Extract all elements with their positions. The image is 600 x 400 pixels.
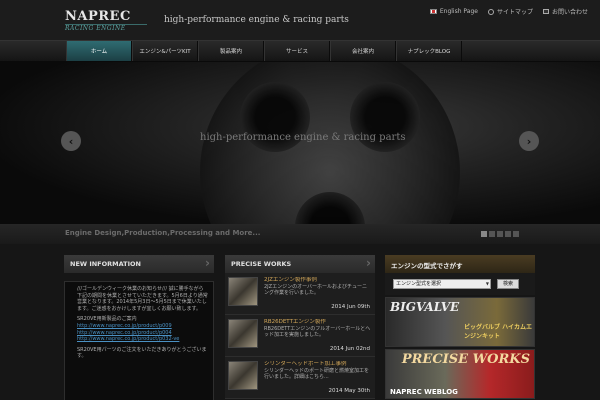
info-subheading: SR20VE用新製品のご案内: [77, 316, 137, 323]
hero-strip: Engine Design,Production,Processing and …: [0, 224, 600, 244]
info-paragraph: SR20VE用パーツのご注文をいただきありがとうございます。: [77, 346, 207, 360]
pager-dot[interactable]: [505, 231, 511, 237]
work-title[interactable]: シリンダーヘッドポート加工事例: [264, 361, 372, 367]
work-body: シリンダーヘッドのポート研磨と燃焼室加工を行いました。詳細はこちら...: [264, 368, 370, 380]
work-thumbnail[interactable]: [228, 361, 258, 390]
share-icon: [487, 8, 494, 15]
list-item[interactable]: RB26DETTエンジン製作 RB26DETTエンジンのフルオーバーホールとヘッ…: [225, 315, 375, 357]
list-item[interactable]: シリンダーヘッドポート加工事例 シリンダーヘッドのポート研磨と燃焼室加工を行いま…: [225, 357, 375, 399]
mail-icon: [542, 9, 549, 14]
sitemap-label: サイトマップ: [496, 9, 533, 16]
work-title[interactable]: 2JZエンジン製作事例: [264, 277, 372, 283]
chevron-right-icon: ›: [205, 256, 210, 270]
info-column: NEW INFORMATION › ///ゴールデンウィーク休業のお知らせ///…: [64, 255, 214, 400]
work-thumbnail[interactable]: [228, 277, 258, 306]
work-body: 2JZエンジンのオーバーホールおよびチューニング作業を行いました。: [264, 284, 368, 296]
work-date: 2014 Jun 09th: [331, 304, 370, 310]
nav-item-company[interactable]: 会社案内: [330, 41, 396, 61]
work-date: 2014 Jun 02nd: [329, 346, 370, 352]
hero-image: [200, 62, 460, 224]
works-heading-label: PRECISE WORKS: [231, 260, 292, 268]
strip-text: Engine Design,Production,Processing and …: [65, 229, 261, 237]
info-link[interactable]: http://www.naprec.co.jp/product/p009: [77, 323, 172, 329]
site-header: NAPREC RACING ENGINE high-performance en…: [0, 0, 600, 40]
logo-wordmark: NAPREC: [65, 9, 131, 24]
contact-label: お問い合わせ: [551, 9, 588, 16]
bigvalve-banner[interactable]: BIGVALVE ビッグバルブ ハイカムエンジンキット: [385, 297, 535, 347]
nav-item-products[interactable]: 製品案内: [198, 41, 264, 61]
contact-link[interactable]: お問い合わせ: [542, 7, 588, 16]
hero-caption: high-performance engine & racing parts: [200, 132, 406, 143]
logo-subtitle: RACING ENGINE: [65, 24, 147, 32]
english-page-label: English Page: [439, 8, 478, 15]
slider-pager: [481, 231, 519, 237]
main-nav: ホーム エンジン&パーツKIT 製品案内 サービス 会社案内 ナプレックBLOG: [0, 40, 600, 62]
nav-item-services[interactable]: サービス: [264, 41, 330, 61]
work-thumbnail[interactable]: [228, 319, 258, 348]
works-column: PRECISE WORKS › 2JZエンジン製作事例 2JZエンジンのオーバー…: [225, 255, 375, 400]
banner-title: BIGVALVE: [390, 300, 460, 314]
pager-dot[interactable]: [497, 231, 503, 237]
list-item[interactable]: 2JZエンジン製作事例 2JZエンジンのオーバーホールおよびチューニング作業を行…: [225, 273, 375, 315]
pager-dot[interactable]: [481, 231, 487, 237]
banner-subtitle: PRECISE WORKS: [401, 352, 530, 367]
info-heading-label: NEW INFORMATION: [70, 260, 141, 268]
works-heading: PRECISE WORKS ›: [225, 255, 375, 273]
engine-search-column: エンジンの型式でさがす エンジン型式を選択 検索 BIGVALVE ビッグバルブ…: [385, 255, 535, 400]
search-button[interactable]: 検索: [497, 279, 519, 289]
work-date: 2014 May 30th: [328, 388, 370, 394]
info-box[interactable]: ///ゴールデンウィーク休業のお知らせ/// 誠に勝手ながら下記の期間を休業とさ…: [64, 281, 214, 400]
slider-next-button[interactable]: ›: [519, 131, 539, 151]
site-tagline: high-performance engine & racing parts: [164, 15, 349, 25]
engine-search-heading: エンジンの型式でさがす: [385, 255, 535, 273]
flag-icon: [429, 9, 437, 14]
pager-dot[interactable]: [489, 231, 495, 237]
work-body: RB26DETTエンジンのフルオーバーホールとヘッド加工を実施しました。: [264, 326, 371, 338]
utility-links: English Page サイトマップ お問い合わせ: [429, 7, 588, 16]
english-page-link[interactable]: English Page: [429, 7, 478, 16]
info-paragraph: ///ゴールデンウィーク休業のお知らせ/// 誠に勝手ながら下記の期間を休業とさ…: [77, 286, 208, 312]
weblog-banner[interactable]: NAPREC WEBLOG PRECISE WORKS: [385, 349, 535, 399]
engine-search-form: エンジン型式を選択 検索: [385, 273, 535, 295]
info-heading: NEW INFORMATION ›: [64, 255, 214, 273]
info-link[interactable]: http://www.naprec.co.jp/product/p032-ve: [77, 336, 179, 342]
slider-prev-button[interactable]: ‹: [61, 131, 81, 151]
pager-dot[interactable]: [513, 231, 519, 237]
nav-item-engine-kit[interactable]: エンジン&パーツKIT: [132, 41, 198, 61]
hero-slider[interactable]: high-performance engine & racing parts ‹…: [0, 62, 600, 224]
nav-item-home[interactable]: ホーム: [66, 41, 132, 61]
engine-type-select[interactable]: エンジン型式を選択: [393, 279, 491, 289]
banner-subtitle: ビッグバルブ ハイカムエンジンキット: [464, 324, 532, 340]
nav-item-blog[interactable]: ナプレックBLOG: [396, 41, 462, 61]
chevron-right-icon: ›: [366, 256, 371, 270]
banner-title: NAPREC WEBLOG: [390, 388, 458, 396]
site-logo[interactable]: NAPREC RACING ENGINE: [65, 10, 155, 34]
info-link[interactable]: http://www.naprec.co.jp/product/p004: [77, 330, 172, 336]
work-title[interactable]: RB26DETTエンジン製作: [264, 319, 372, 325]
sitemap-link[interactable]: サイトマップ: [487, 7, 533, 16]
